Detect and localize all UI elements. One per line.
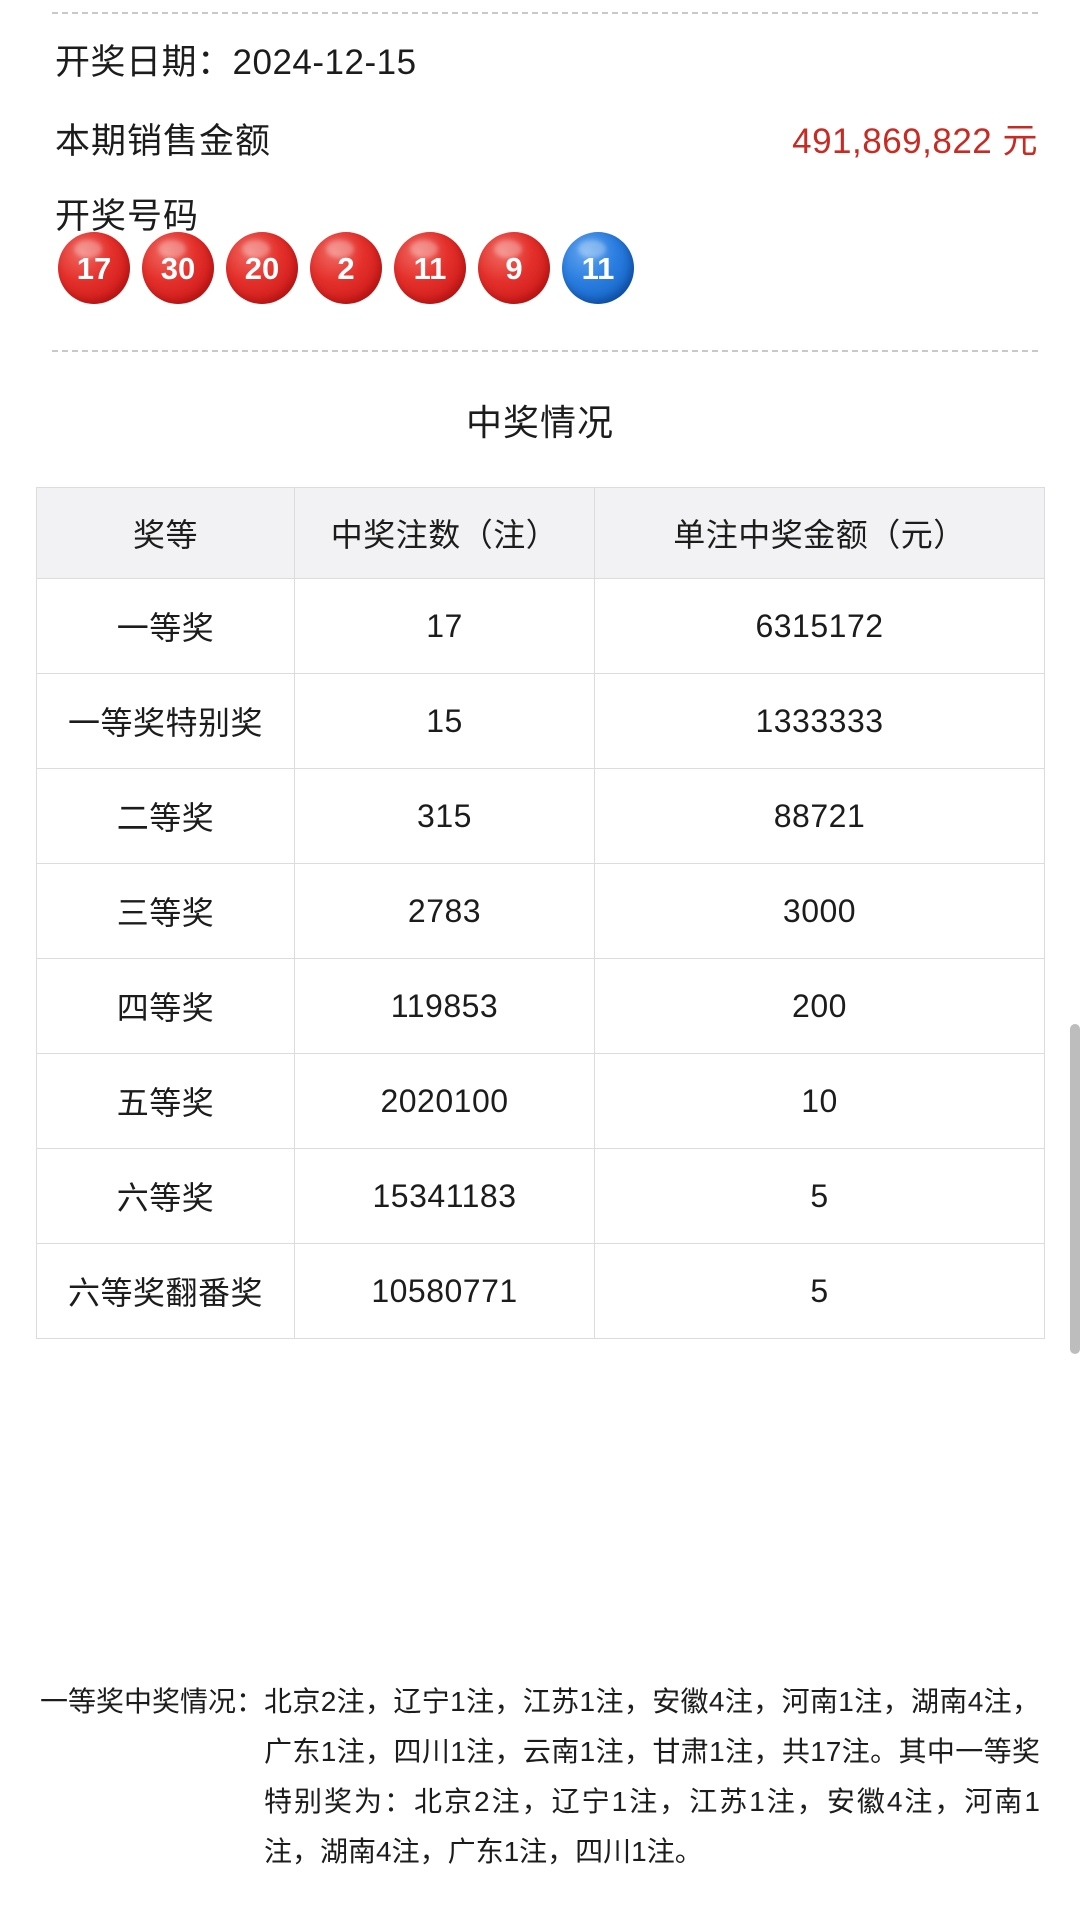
ball-number: 20: [244, 250, 280, 286]
prize-table-wrapper: 奖等 中奖注数（注） 单注中奖金额（元） 一等奖 17 6315172 一等奖特…: [36, 487, 1045, 1339]
red-ball: 20: [226, 232, 298, 304]
cell-prize-level: 一等奖特别奖: [36, 673, 295, 769]
column-header-amount: 单注中奖金额（元）: [594, 487, 1045, 579]
cell-prize-amount: 88721: [594, 768, 1045, 864]
vertical-scrollbar[interactable]: [1070, 1024, 1080, 1354]
cell-prize-amount: 5: [594, 1243, 1045, 1339]
table-row: 六等奖翻番奖 10580771 5: [36, 1243, 1045, 1339]
ball-number: 11: [581, 250, 615, 286]
cell-prize-level: 五等奖: [36, 1053, 295, 1149]
table-row: 一等奖特别奖 15 1333333: [36, 673, 1045, 769]
cell-prize-amount: 200: [594, 958, 1045, 1054]
first-prize-note-body: 北京2注，辽宁1注，江苏1注，安徽4注，河南1注，湖南4注，广东1注，四川1注，…: [264, 1686, 1040, 1867]
draw-date-row: 开奖日期：2024-12-15: [55, 34, 1038, 85]
ball-number: 9: [505, 250, 523, 286]
cell-prize-amount: 6315172: [594, 578, 1045, 674]
prize-table: 奖等 中奖注数（注） 单注中奖金额（元） 一等奖 17 6315172 一等奖特…: [36, 487, 1045, 1339]
table-row: 五等奖 2020100 10: [36, 1053, 1045, 1149]
divider-middle: [52, 350, 1038, 352]
sales-label: 本期销售金额: [55, 122, 272, 161]
cell-winning-count: 2020100: [294, 1053, 595, 1149]
cell-prize-amount: 5: [594, 1148, 1045, 1244]
cell-winning-count: 315: [294, 768, 595, 864]
column-header-count: 中奖注数（注）: [294, 487, 595, 579]
cell-prize-level: 一等奖: [36, 578, 295, 674]
table-row: 六等奖 15341183 5: [36, 1148, 1045, 1244]
table-header-row: 奖等 中奖注数（注） 单注中奖金额（元）: [36, 487, 1045, 579]
cell-prize-level: 二等奖: [36, 768, 295, 864]
table-row: 三等奖 2783 3000: [36, 863, 1045, 959]
winning-numbers-balls: 17 30 20 2 11 9 11: [58, 232, 634, 304]
sales-row: 本期销售金额 491,869,822 元: [55, 113, 1038, 164]
draw-date-label: 开奖日期：: [55, 43, 233, 82]
ball-number: 2: [337, 250, 355, 286]
cell-winning-count: 15: [294, 673, 595, 769]
red-ball: 17: [58, 232, 130, 304]
cell-prize-amount: 3000: [594, 863, 1045, 959]
red-ball: 2: [310, 232, 382, 304]
cell-prize-level: 六等奖翻番奖: [36, 1243, 295, 1339]
first-prize-note-label: 一等奖中奖情况：: [40, 1686, 265, 1717]
cell-prize-amount: 1333333: [594, 673, 1045, 769]
red-ball: 11: [394, 232, 466, 304]
cell-winning-count: 2783: [294, 863, 595, 959]
cell-prize-level: 四等奖: [36, 958, 295, 1054]
blue-ball: 11: [562, 232, 634, 304]
table-row: 四等奖 119853 200: [36, 958, 1045, 1054]
first-prize-note: 一等奖中奖情况： 北京2注，辽宁1注，江苏1注，安徽4注，河南1注，湖南4注，广…: [40, 1677, 1040, 1877]
cell-winning-count: 15341183: [294, 1148, 595, 1244]
cell-winning-count: 10580771: [294, 1243, 595, 1339]
sales-amount: 491,869,822 元: [792, 122, 1038, 161]
cell-prize-amount: 10: [594, 1053, 1045, 1149]
table-row: 二等奖 315 88721: [36, 768, 1045, 864]
table-row: 一等奖 17 6315172: [36, 578, 1045, 674]
draw-date-value: 2024-12-15: [232, 43, 417, 82]
draw-header: 开奖日期：2024-12-15 本期销售金额 491,869,822 元 开奖号…: [55, 34, 1038, 259]
cell-prize-level: 六等奖: [36, 1148, 295, 1244]
lottery-result-page: 开奖日期：2024-12-15 本期销售金额 491,869,822 元 开奖号…: [0, 0, 1080, 1927]
ball-number: 30: [160, 250, 196, 286]
ball-number: 11: [413, 250, 447, 286]
ball-number: 17: [76, 250, 112, 286]
prize-section-title: 中奖情况: [465, 402, 614, 443]
cell-prize-level: 三等奖: [36, 863, 295, 959]
divider-top: [52, 12, 1038, 14]
column-header-level: 奖等: [36, 487, 295, 579]
red-ball: 9: [478, 232, 550, 304]
cell-winning-count: 119853: [294, 958, 595, 1054]
cell-winning-count: 17: [294, 578, 595, 674]
red-ball: 30: [142, 232, 214, 304]
